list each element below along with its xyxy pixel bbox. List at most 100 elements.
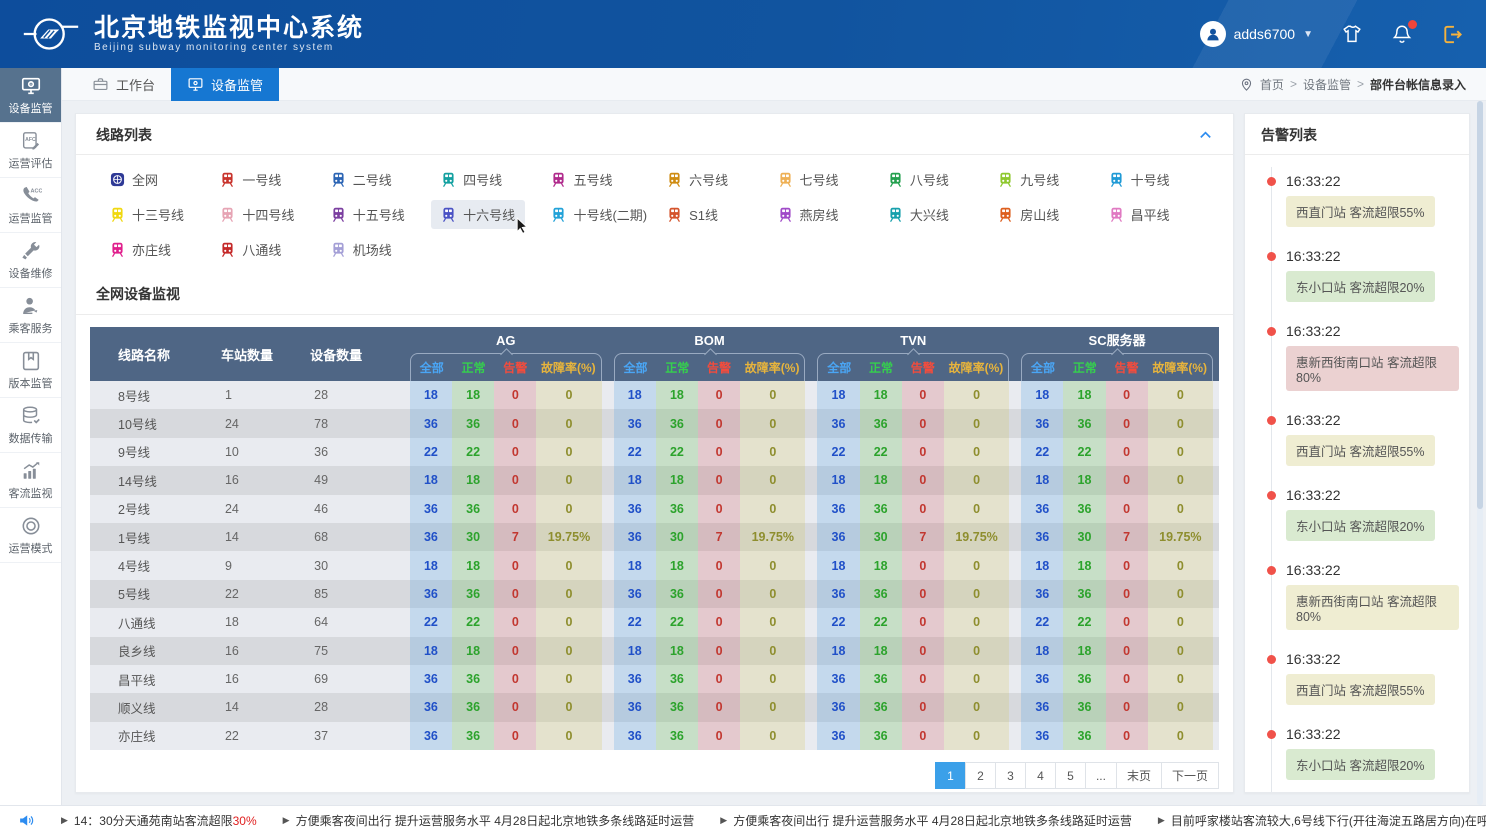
train-icon: [778, 172, 793, 187]
table-row-8号线: 8号线128181800181800181800181800: [90, 381, 1219, 409]
line-button-十号线[interactable]: 十号线: [1099, 165, 1185, 194]
sidebar: 设备监管AFC运营评估ACC运营监管设备维修乘客服务版本监管数据传输客流监视运营…: [0, 68, 62, 805]
page-4[interactable]: 4: [1025, 762, 1056, 789]
line-button-亦庄线[interactable]: 亦庄线: [100, 235, 186, 264]
table-row-14号线: 14号线1649181800181800181800181800: [90, 466, 1219, 494]
theme-shirt-icon[interactable]: [1341, 23, 1363, 45]
line-label: 四号线: [463, 170, 502, 189]
line-label: 八号线: [910, 170, 949, 189]
app-header: 北京地铁监视中心系统 Beijing subway monitoring cen…: [0, 0, 1486, 68]
app-subtitle: Beijing subway monitoring center system: [94, 42, 364, 53]
flow-chart-icon: [20, 460, 42, 482]
alarm-dot-icon: [1267, 730, 1276, 739]
tab-device-monitor[interactable]: 设备监管: [171, 68, 279, 101]
network-icon: [110, 172, 125, 187]
line-label: 十四号线: [242, 205, 294, 224]
line-button-五号线[interactable]: 五号线: [541, 165, 627, 194]
group-header-AG: AG全部正常告警故障率(%): [404, 327, 608, 381]
line-button-四号线[interactable]: 四号线: [431, 165, 517, 194]
line-button-十五号线[interactable]: 十五号线: [321, 200, 415, 229]
scrollbar-thumb[interactable]: [1477, 101, 1483, 509]
line-button-机场线[interactable]: 机场线: [321, 235, 407, 264]
table-row-亦庄线: 亦庄线2237363600363600363600363600: [90, 722, 1219, 750]
table-row-5号线: 5号线2285363600363600363600363600: [90, 580, 1219, 608]
location-pin-icon: [1239, 77, 1254, 92]
line-button-六号线[interactable]: 六号线: [657, 165, 743, 194]
alarm-time: 16:33:22: [1286, 726, 1459, 742]
sidebar-item-运营监管[interactable]: ACC运营监管: [0, 178, 61, 233]
line-button-燕房线[interactable]: 燕房线: [768, 200, 854, 229]
cell-stations: 9: [195, 551, 284, 579]
alarm-time: 16:33:22: [1286, 412, 1459, 428]
user-menu[interactable]: adds6700 ▼: [1200, 21, 1313, 47]
line-button-十三号线[interactable]: 十三号线: [100, 200, 194, 229]
breadcrumb-device[interactable]: 设备监管: [1303, 76, 1351, 93]
page-...[interactable]: ...: [1085, 762, 1117, 789]
line-button-八通线[interactable]: 八通线: [210, 235, 296, 264]
line-button-S1线[interactable]: S1线: [657, 200, 743, 229]
sidebar-item-运营模式[interactable]: 运营模式: [0, 508, 61, 563]
arrow-icon: ▶: [720, 815, 727, 826]
afc-doc-icon: AFC: [20, 130, 42, 152]
page-5[interactable]: 5: [1055, 762, 1086, 789]
cell-stations: 10: [195, 438, 284, 466]
group-header-SC服务器: SC服务器全部正常告警故障率(%): [1015, 327, 1219, 381]
cell-devices: 37: [284, 722, 404, 750]
train-icon: [1109, 172, 1124, 187]
line-button-昌平线[interactable]: 昌平线: [1099, 200, 1185, 229]
sidebar-item-数据传输[interactable]: 数据传输: [0, 398, 61, 453]
monitor-icon: [187, 76, 204, 93]
sidebar-item-label: 版本监管: [9, 375, 53, 391]
logout-icon[interactable]: [1441, 23, 1464, 46]
line-button-房山线[interactable]: 房山线: [988, 200, 1074, 229]
sidebar-item-设备监管[interactable]: 设备监管: [0, 68, 61, 123]
arrow-icon: ▶: [1158, 815, 1165, 826]
last-page-button[interactable]: 末页: [1116, 762, 1162, 789]
database-icon: [20, 405, 42, 427]
alarm-item: 16:33:22东小口站 客流超限20%: [1286, 726, 1459, 780]
line-button-全网[interactable]: 全网: [100, 165, 186, 194]
alarm-message: 西直门站 客流超限55%: [1286, 674, 1435, 705]
sidebar-item-运营评估[interactable]: AFC运营评估: [0, 123, 61, 178]
alarm-item: 16:33:22西直门站 客流超限55%: [1286, 173, 1459, 227]
vertical-scrollbar[interactable]: [1477, 101, 1483, 805]
table-row-9号线: 9号线1036222200222200222200222200: [90, 438, 1219, 466]
line-button-十四号线[interactable]: 十四号线: [210, 200, 304, 229]
line-button-八号线[interactable]: 八号线: [878, 165, 964, 194]
breadcrumb-home[interactable]: 首页: [1260, 76, 1284, 93]
line-button-二号线[interactable]: 二号线: [321, 165, 407, 194]
line-button-一号线[interactable]: 一号线: [210, 165, 296, 194]
sidebar-item-label: 乘客服务: [9, 320, 53, 336]
train-icon: [667, 172, 682, 187]
page-3[interactable]: 3: [995, 762, 1026, 789]
cell-devices: 69: [284, 665, 404, 693]
cell-stations: 22: [195, 722, 284, 750]
alarm-dot-icon: [1267, 491, 1276, 500]
line-button-九号线[interactable]: 九号线: [988, 165, 1074, 194]
column-header-线路名称: 线路名称: [90, 327, 195, 381]
train-icon: [331, 172, 346, 187]
sidebar-item-乘客服务[interactable]: 乘客服务: [0, 288, 61, 343]
cell-line-name: 2号线: [90, 495, 195, 523]
next-page-button[interactable]: 下一页: [1161, 762, 1219, 789]
sidebar-item-设备维修[interactable]: 设备维修: [0, 233, 61, 288]
cell-stations: 14: [195, 693, 284, 721]
sidebar-item-版本监管[interactable]: 版本监管: [0, 343, 61, 398]
line-button-七号线[interactable]: 七号线: [768, 165, 854, 194]
line-button-十六号线[interactable]: 十六号线: [431, 200, 525, 229]
cell-stations: 16: [195, 665, 284, 693]
line-button-十号线(二期)[interactable]: 十号线(二期): [541, 200, 657, 229]
sidebar-item-客流监视[interactable]: 客流监视: [0, 453, 61, 508]
tab-workbench[interactable]: 工作台: [76, 68, 171, 101]
collapse-panel-icon[interactable]: [1198, 128, 1213, 143]
line-label: 大兴线: [910, 205, 949, 224]
notification-bell-icon[interactable]: [1391, 23, 1413, 45]
line-label: 八通线: [242, 240, 281, 259]
main-panel: 线路列表 全网一号线二号线四号线五号线六号线七号线八号线九号线十号线十三号线十四…: [75, 113, 1234, 793]
train-icon: [220, 242, 235, 257]
alarm-list: 16:33:22西直门站 客流超限55%16:33:22东小口站 客流超限20%…: [1245, 155, 1469, 793]
page-1[interactable]: 1: [935, 762, 966, 789]
line-button-大兴线[interactable]: 大兴线: [878, 200, 964, 229]
page-2[interactable]: 2: [965, 762, 996, 789]
line-label: 十六号线: [463, 205, 515, 224]
